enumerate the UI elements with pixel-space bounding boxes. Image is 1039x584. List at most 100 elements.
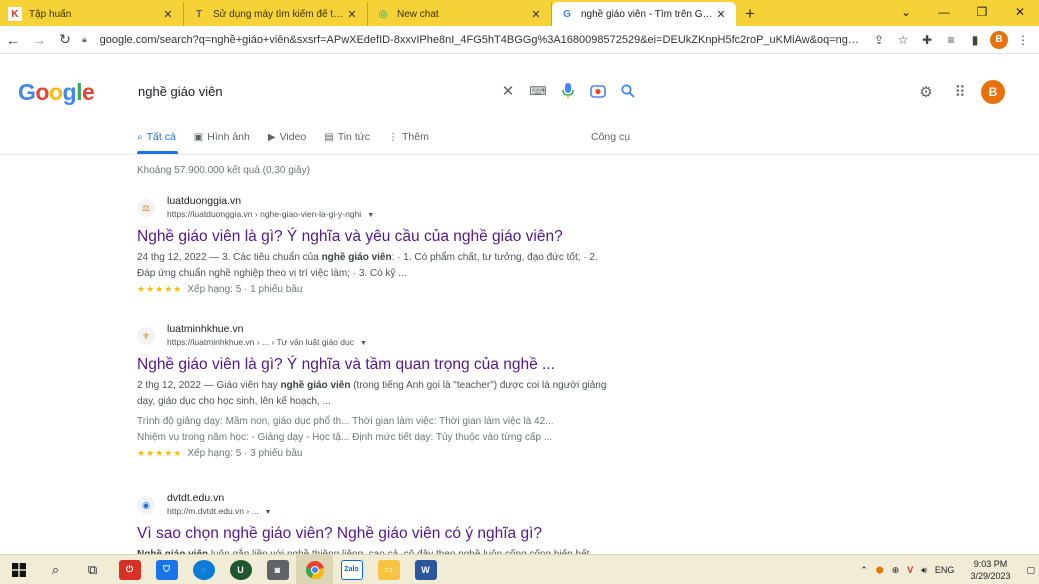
star-rating-icon: ★★★★★ xyxy=(137,448,183,458)
file-explorer-icon[interactable]: ▭ xyxy=(370,555,407,584)
chrome-app-icon[interactable] xyxy=(296,554,333,584)
sitelink-row[interactable]: Nhiệm vụ trong năm học: - Giảng dạy - Họ… xyxy=(137,430,607,446)
system-clock[interactable]: 9:03 PM 3/29/2023 xyxy=(958,558,1022,582)
extensions-icon[interactable]: ✚ xyxy=(915,28,939,52)
filter-tab-label: Thêm xyxy=(402,131,429,143)
tab-title: New chat xyxy=(397,8,439,20)
result-source[interactable]: ⚜ luatminhkhue.vn https://luatminhkhue.v… xyxy=(137,322,607,350)
search-filter-tabs: ⌕ Tất cả ▣ Hình ảnh ▶ Video ▤ Tin tức ⋮ … xyxy=(137,128,637,154)
search-result: ⚖ luatduonggia.vn https://luatduonggia.v… xyxy=(137,194,607,295)
reading-list-icon[interactable]: ≡ xyxy=(939,28,963,52)
logo-letter: G xyxy=(18,79,36,105)
result-sitelinks[interactable]: Trình độ giảng dạy: Mầm non, giáo dục ph… xyxy=(137,414,607,446)
sitelink-row[interactable]: Trình độ giảng dạy: Mầm non, giáo dục ph… xyxy=(137,414,607,430)
result-title-link[interactable]: Nghề giáo viên là gì? Ý nghĩa và yêu cầu… xyxy=(137,227,607,247)
task-view-icon[interactable]: ⧉ xyxy=(74,555,111,584)
bookmark-star-icon[interactable]: ☆ xyxy=(891,28,915,52)
search-box: nghề giáo viên ✕ ⌨ xyxy=(123,74,643,108)
clear-icon[interactable]: ✕ xyxy=(493,76,523,106)
result-source[interactable]: ⚖ luatduonggia.vn https://luatduonggia.v… xyxy=(137,194,607,222)
result-title-link[interactable]: Vì sao chọn nghề giáo viên? Nghề giáo vi… xyxy=(137,524,607,544)
result-snippet: 24 thg 12, 2022 — 3. Các tiêu chuẩn của … xyxy=(137,252,598,279)
zalo-app-icon[interactable]: Zalo xyxy=(333,555,370,584)
more-options-icon[interactable]: ▼ xyxy=(265,509,272,516)
clock-date: 3/29/2023 xyxy=(970,571,1011,581)
more-vertical-icon: ⋮ xyxy=(388,131,399,143)
result-source[interactable]: ◉ dvtdt.edu.vn http://m.dvtdt.edu.vn › .… xyxy=(137,491,607,519)
filter-tab-label: Tất cả xyxy=(146,131,176,143)
shield-app-icon[interactable]: ⛉ xyxy=(148,555,185,584)
profile-avatar[interactable]: B xyxy=(990,30,1008,49)
tab-search-engine[interactable]: T Sử dụng máy tìm kiếm để tìm hiể ✕ xyxy=(184,2,368,26)
tab-tap-huan[interactable]: K Tập huấn ✕ xyxy=(0,2,184,26)
tab-new-chat[interactable]: ◎ New chat ✕ xyxy=(368,2,552,26)
tab-title: nghề giáo viên - Tìm trên Google xyxy=(581,8,714,20)
result-title-link[interactable]: Nghề giáo viên là gì? Ý nghĩa và tầm qua… xyxy=(137,355,607,375)
address-url: google.com/search?q=nghề+giáo+viên&sxsrf… xyxy=(99,33,861,46)
tab-close-icon[interactable]: ✕ xyxy=(161,8,175,21)
tab-search-icon[interactable]: ⌄ xyxy=(887,0,925,24)
language-indicator[interactable]: ENG xyxy=(931,565,959,575)
search-result: ⚜ luatminhkhue.vn https://luatminhkhue.v… xyxy=(137,322,607,459)
power-app-icon[interactable]: ⏻ xyxy=(111,555,148,584)
search-icon[interactable] xyxy=(613,76,643,106)
filter-tab-video[interactable]: ▶ Video xyxy=(268,128,306,146)
apps-grid-icon[interactable]: ⠿ xyxy=(943,79,977,105)
keyboard-icon[interactable]: ⌨ xyxy=(523,76,553,106)
notification-icon[interactable]: ▢ xyxy=(1022,565,1039,576)
tab-close-icon[interactable]: ✕ xyxy=(345,8,359,21)
site-favicon-icon: ⚜ xyxy=(137,327,155,345)
tab-close-icon[interactable]: ✕ xyxy=(714,8,728,21)
settings-gear-icon[interactable]: ⚙ xyxy=(909,79,943,105)
result-breadcrumb: http://m.dvtdt.edu.vn › ... ▼ xyxy=(167,505,272,516)
camera-app-icon[interactable]: ◙ xyxy=(259,555,296,584)
result-breadcrumb: https://luatduonggia.vn › nghe-giao-vien… xyxy=(167,208,375,219)
more-options-icon[interactable]: ▼ xyxy=(367,212,374,219)
minimize-icon[interactable]: — xyxy=(925,0,963,24)
volume-icon[interactable]: 🔊︎ xyxy=(917,565,931,576)
window-close-icon[interactable]: ✕ xyxy=(1001,0,1039,24)
share-icon[interactable]: ⇪ xyxy=(867,28,891,52)
search-small-icon: ⌕ xyxy=(137,131,143,143)
back-icon[interactable]: ← xyxy=(0,27,26,53)
lock-icon[interactable]: 🔒︎ xyxy=(82,34,94,45)
filter-tab-images[interactable]: ▣ Hình ảnh xyxy=(194,128,250,146)
logo-letter: o xyxy=(35,79,49,105)
search-taskbar-icon[interactable]: ⌕ xyxy=(37,555,74,584)
new-tab-button[interactable]: + xyxy=(736,2,764,26)
camera-lens-icon[interactable] xyxy=(583,76,613,106)
browser-toolbar: ← → ↻ 🔒︎ google.com/search?q=nghề+giáo+v… xyxy=(0,26,1039,54)
tools-button[interactable]: Công cụ xyxy=(591,131,630,143)
logo-letter: e xyxy=(81,79,95,105)
tab-favicon-icon: K xyxy=(8,7,22,21)
unikey-app-icon[interactable]: U xyxy=(222,555,259,584)
address-bar[interactable]: 🔒︎ google.com/search?q=nghề+giáo+viên&sx… xyxy=(82,29,861,51)
show-hidden-icons-icon[interactable]: ⌃ xyxy=(856,565,872,576)
microphone-icon[interactable] xyxy=(553,76,583,106)
tab-google-search[interactable]: G nghề giáo viên - Tìm trên Google ✕ xyxy=(552,2,736,26)
network-tray-icon[interactable]: ⊕ xyxy=(888,565,904,576)
forward-icon[interactable]: → xyxy=(26,27,52,53)
filter-tab-all[interactable]: ⌕ Tất cả xyxy=(137,128,178,154)
tab-favicon-icon: G xyxy=(563,8,571,20)
messaging-app-icon[interactable]: ◌ xyxy=(185,555,222,584)
search-input[interactable]: nghề giáo viên xyxy=(123,84,493,99)
antivirus-tray-icon[interactable]: ⬢ xyxy=(872,565,888,576)
tab-close-icon[interactable]: ✕ xyxy=(529,8,543,21)
more-options-icon[interactable]: ▼ xyxy=(360,340,367,347)
result-snippet: 2 thg 12, 2022 — Giáo viên hay nghề giáo… xyxy=(137,380,607,407)
google-logo[interactable]: Google xyxy=(18,79,95,106)
result-site-name: luatduonggia.vn xyxy=(167,194,242,207)
vietkey-tray-icon[interactable]: V xyxy=(903,565,917,575)
account-avatar[interactable]: B xyxy=(981,80,1005,104)
maximize-icon[interactable]: ❐ xyxy=(963,0,1001,24)
menu-icon[interactable]: ⋮ xyxy=(1011,28,1035,52)
filter-tab-more[interactable]: ⋮ Thêm xyxy=(388,128,429,146)
filter-tab-news[interactable]: ▤ Tin tức xyxy=(324,128,370,146)
toolbar-icons: ⇪ ☆ ✚ ≡ ▮ B ⋮ xyxy=(867,28,1039,52)
reload-icon[interactable]: ↻ xyxy=(52,27,78,53)
word-app-icon[interactable]: W xyxy=(407,555,444,584)
result-rating: ★★★★★ Xếp hạng: 5 · 1 phiếu bầu xyxy=(137,284,303,295)
windows-start-icon[interactable] xyxy=(0,555,37,584)
side-panel-icon[interactable]: ▮ xyxy=(963,28,987,52)
